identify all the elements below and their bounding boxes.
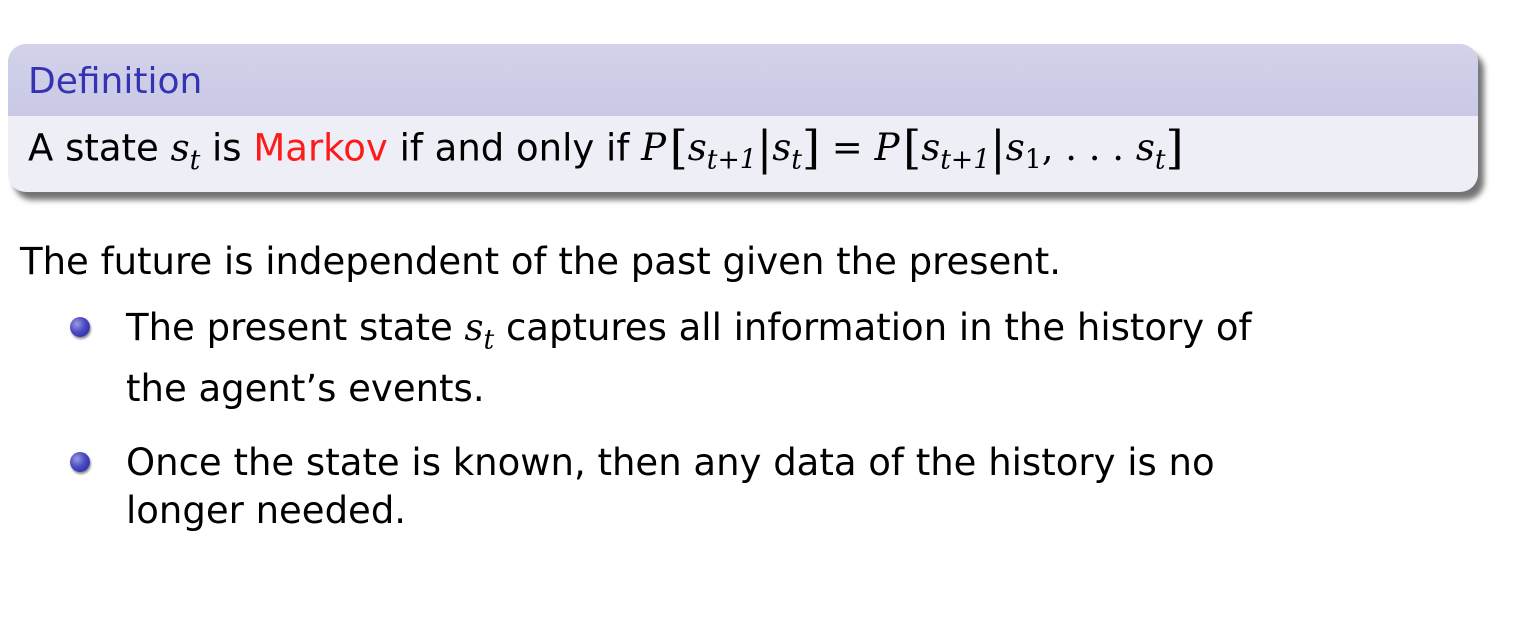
equals-sign: = — [820, 126, 875, 170]
definition-block: Definition A state st is Markov if and o… — [8, 44, 1478, 192]
right-bracket-1: ] — [802, 121, 821, 175]
right-bracket-2: ] — [1165, 121, 1184, 175]
left-bracket-1: [ — [669, 121, 688, 175]
rhs-last-sub: t — [1154, 144, 1166, 176]
bullet-item: Once the state is known, then any data o… — [70, 439, 1510, 535]
rhs-dots: , . . . — [1041, 126, 1136, 170]
lhs-cond-var: s — [772, 126, 792, 170]
bullet-2-line-1: Once the state is known, then any data o… — [126, 440, 1215, 484]
markov-term: Markov — [253, 126, 388, 170]
rhs-next-var: s — [921, 126, 941, 170]
prob-left: P — [641, 126, 667, 170]
bullet-1-text-before: The present state — [126, 306, 465, 349]
bullet-1-line-2: the agent’s events. — [126, 366, 485, 410]
bullet-item: The present state st captures all inform… — [70, 304, 1510, 413]
state-variable: s — [170, 126, 190, 170]
rhs-given-bar: | — [990, 121, 1006, 175]
lhs-given-bar: | — [756, 121, 773, 175]
bullet-1-text-after: captures all information in the history … — [494, 306, 1252, 349]
definition-title: Definition — [8, 44, 1478, 116]
prob-right: P — [874, 126, 900, 170]
bullet-2-line-2: longer needed. — [126, 488, 407, 532]
statement-is: is — [200, 126, 254, 170]
lead-text: The future is independent of the past gi… — [20, 240, 1062, 283]
rhs-last-var: s — [1135, 126, 1155, 170]
rhs-first-sub: 1 — [1024, 144, 1042, 176]
rhs-next-sub: t+1 — [940, 144, 991, 176]
statement-prefix: A state — [28, 126, 171, 170]
markov-equation: P [st+1|st] = P [st+1|s1, . . . st] — [641, 121, 1183, 176]
left-bracket-2: [ — [903, 121, 922, 175]
statement-iff: if and only if — [387, 126, 642, 170]
state-subscript: t — [189, 144, 201, 176]
ball-bullet-icon — [70, 317, 90, 337]
lhs-next-var: s — [687, 126, 707, 170]
bullet-1-var: s — [464, 306, 484, 349]
definition-statement: A state st is Markov if and only if P [s… — [8, 116, 1478, 192]
lhs-cond-sub: t — [791, 144, 802, 176]
bullet-1-sub: t — [483, 324, 495, 356]
bullet-1-line-1: The present state st captures all inform… — [126, 304, 1510, 365]
bullet-list: The present state st captures all inform… — [70, 304, 1510, 561]
lhs-next-sub: t+1 — [706, 144, 757, 176]
slide: Definition A state st is Markov if and o… — [0, 0, 1532, 624]
ball-bullet-icon — [70, 451, 90, 472]
rhs-first-var: s — [1005, 126, 1025, 170]
